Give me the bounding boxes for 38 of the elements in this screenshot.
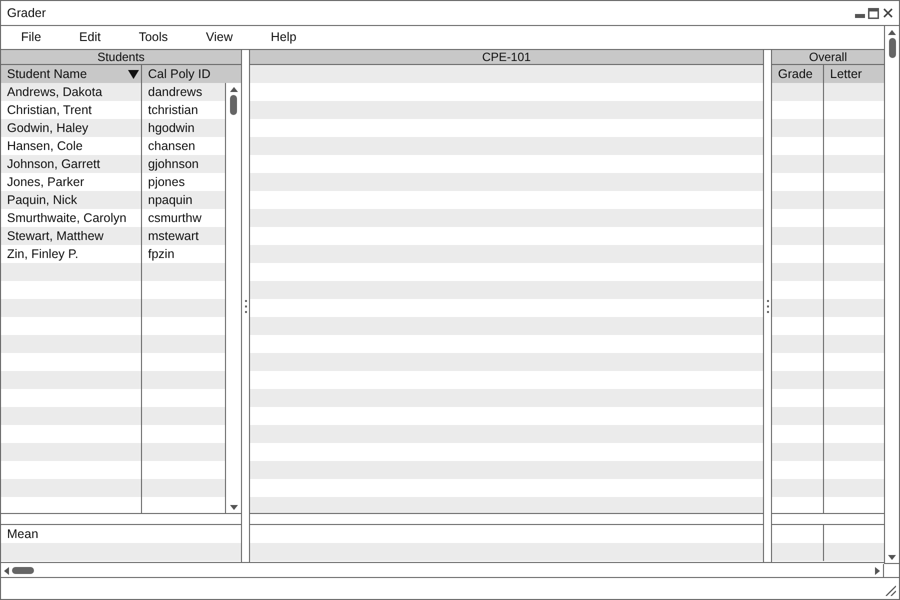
panel-header: CPE-101 [250, 50, 763, 65]
menu-item[interactable]: Edit [72, 26, 108, 49]
scroll-right-icon[interactable] [875, 566, 880, 574]
column-header-label: Cal Poly ID [148, 66, 212, 83]
column-header[interactable]: Letter [824, 65, 884, 83]
vertical-scrollbar[interactable] [225, 83, 241, 513]
scroll-up-icon[interactable] [230, 87, 238, 92]
table-cell-text: tchristian [147, 102, 200, 119]
table-cell-text: dandrews [147, 84, 204, 101]
scrollbar-thumb[interactable] [12, 567, 34, 574]
menu-item[interactable]: Help [264, 26, 304, 49]
menu-item[interactable]: View [198, 26, 240, 49]
scroll-down-icon[interactable] [230, 505, 238, 510]
close-icon[interactable] [883, 8, 893, 18]
table-cell-text: chansen [147, 138, 196, 155]
menu-item[interactable]: File [14, 26, 48, 49]
scroll-up-icon[interactable] [888, 30, 896, 35]
resize-grip-icon[interactable] [885, 585, 896, 596]
table-cell-text: npaquin [147, 192, 194, 209]
vertical-scrollbar[interactable] [884, 26, 899, 564]
column-header[interactable]: Cal Poly ID [142, 65, 241, 83]
table-cell-text: mstewart [147, 228, 200, 245]
table-cell-text: pjones [147, 174, 186, 191]
column-header-label: Student Name [7, 66, 88, 83]
window-title: Grader [7, 4, 46, 22]
table-cell-text: gjohnson [147, 156, 200, 173]
table-cell-text: csmurthw [147, 210, 202, 227]
table-cell-text: fpzin [147, 246, 176, 263]
scroll-down-icon[interactable] [888, 555, 896, 560]
table-cell-text: hgodwin [147, 120, 196, 137]
footer-label: Mean [7, 526, 38, 543]
scrollbar-thumb[interactable] [888, 38, 896, 58]
scroll-left-icon[interactable] [4, 566, 9, 574]
panel-header: Overall [772, 50, 884, 65]
maximize-icon[interactable] [868, 8, 879, 18]
menu-item[interactable]: Tools [132, 26, 175, 49]
scrollbar-thumb[interactable] [230, 95, 238, 115]
panel-header: Students [1, 50, 241, 65]
